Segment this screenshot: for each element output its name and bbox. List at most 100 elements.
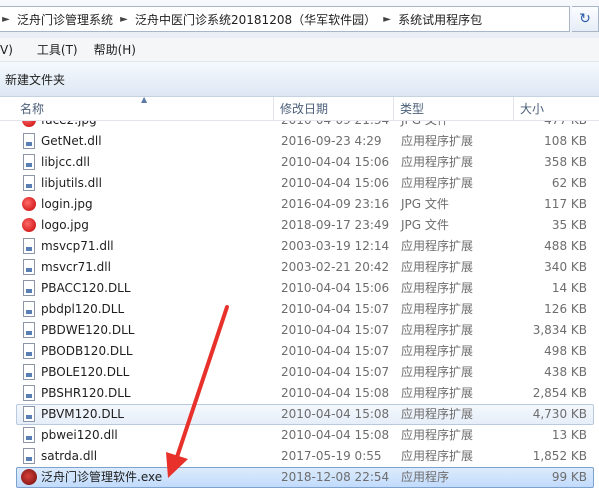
file-row[interactable]: libjutils.dll 2010-04-04 15:06 应用程序扩展 62 KB [0, 173, 599, 194]
file-modified: 2010-04-04 15:07 [281, 365, 390, 379]
new-folder-button[interactable]: 新建文件夹 [0, 71, 70, 88]
column-name[interactable]: 名称 [14, 97, 274, 121]
file-name: PBODB120.DLL [41, 344, 133, 358]
dll-icon [23, 280, 35, 296]
file-type: 应用程序扩展 [401, 176, 474, 190]
file-row[interactable]: PBODB120.DLL 2010-04-04 15:07 应用程序扩展 498 KB [0, 341, 599, 362]
file-name: PBDWE120.DLL [41, 323, 135, 337]
file-name: 泛舟门诊管理软件.exe [41, 470, 163, 484]
file-type: JPG 文件 [401, 121, 449, 131]
file-name: libjutils.dll [41, 176, 102, 190]
file-size: 477 KB [544, 121, 587, 131]
chevron-right-icon[interactable]: ► [380, 14, 394, 25]
file-name: libjcc.dll [41, 155, 90, 169]
file-size: 35 KB [551, 218, 587, 232]
column-modified[interactable]: 修改日期 [274, 97, 394, 121]
file-name: PBACC120.DLL [41, 281, 131, 295]
file-modified: 2010-04-04 15:07 [281, 344, 390, 358]
file-name: PBVM120.DLL [41, 407, 124, 421]
file-name: PBSHR120.DLL [41, 386, 131, 400]
file-type: 应用程序扩展 [401, 281, 474, 295]
file-size: 1,852 KB [532, 449, 587, 463]
file-name: login.jpg [41, 197, 93, 211]
file-row[interactable]: PBVM120.DLL 2010-04-04 15:08 应用程序扩展 4,730 K… [0, 404, 599, 425]
file-row[interactable]: PBSHR120.DLL 2010-04-04 15:08 应用程序扩展 2,854 … [0, 383, 599, 404]
menu-tools[interactable]: 工具(T) [19, 41, 84, 58]
file-size: 99 KB [551, 470, 587, 484]
dll-icon [23, 427, 35, 443]
refresh-button[interactable]: ↻ [572, 6, 599, 32]
chevron-right-icon[interactable]: ► [117, 14, 131, 25]
dll-icon [23, 406, 35, 422]
address-bar-area: ► 泛舟门诊管理系统 ► 泛舟中医门诊系统20181208（华军软件园） ► 系… [0, 0, 599, 38]
file-type: JPG 文件 [401, 218, 449, 232]
file-modified: 2010-04-04 15:06 [281, 155, 390, 169]
file-modified: 2010-04-04 15:06 [281, 281, 390, 295]
address-bar[interactable]: ► 泛舟门诊管理系统 ► 泛舟中医门诊系统20181208（华军软件园） ► 系… [0, 6, 570, 32]
file-modified: 2016-09-23 4:29 [281, 134, 382, 148]
file-type: 应用程序扩展 [401, 428, 474, 442]
breadcrumb-item[interactable]: 系统试用程序包 [394, 11, 486, 28]
file-rows: face2.jpg2016-04-09 21:34JPG 文件477 KBGet… [0, 121, 599, 488]
file-type: 应用程序扩展 [401, 260, 474, 274]
dll-icon [23, 154, 35, 170]
breadcrumb-item[interactable]: 泛舟门诊管理系统 [13, 11, 117, 28]
file-modified: 2010-04-04 15:06 [281, 176, 390, 190]
jpg-icon [22, 197, 36, 211]
file-list[interactable]: face2.jpg2016-04-09 21:34JPG 文件477 KBGet… [0, 121, 599, 495]
file-size: 488 KB [544, 239, 587, 253]
file-name: satrda.dll [41, 449, 98, 463]
file-row[interactable]: libjcc.dll 2010-04-04 15:06 应用程序扩展 358 KB [0, 152, 599, 173]
dll-icon [23, 322, 35, 338]
file-row[interactable]: msvcr71.dll 2003-02-21 20:42 应用程序扩展 340 KB [0, 257, 599, 278]
file-size: 108 KB [544, 134, 587, 148]
file-modified: 2016-04-09 23:16 [281, 197, 390, 211]
file-modified: 2003-03-19 12:14 [281, 239, 390, 253]
jpg-icon [22, 218, 36, 232]
column-size[interactable]: 大小 [514, 97, 599, 121]
menu-bar: V) 工具(T) 帮助(H) [0, 38, 599, 62]
file-row[interactable]: logo.jpg 2018-09-17 23:49 JPG 文件 35 KB [0, 215, 599, 236]
dll-icon [23, 364, 35, 380]
file-row[interactable]: pbwei120.dll 2010-04-04 15:08 应用程序扩展 13 KB [0, 425, 599, 446]
file-row[interactable]: PBOLE120.DLL 2010-04-04 15:07 应用程序扩展 438 KB [0, 362, 599, 383]
exe-icon [21, 469, 37, 485]
file-type: 应用程序 [401, 470, 450, 484]
file-type: 应用程序扩展 [401, 344, 474, 358]
file-modified: 2010-04-04 15:08 [281, 407, 390, 421]
file-row[interactable]: msvcp71.dll 2003-03-19 12:14 应用程序扩展 488 KB [0, 236, 599, 257]
chevron-right-icon[interactable]: ► [0, 14, 13, 25]
file-type: 应用程序扩展 [401, 449, 474, 463]
file-name: pbwei120.dll [41, 428, 118, 442]
file-row[interactable]: face2.jpg 2016-04-09 21:34 JPG 文件 477 KB [0, 121, 599, 131]
file-row[interactable]: PBACC120.DLL 2010-04-04 15:06 应用程序扩展 14 KB [0, 278, 599, 299]
file-size: 2,854 KB [532, 386, 587, 400]
menu-help[interactable]: 帮助(H) [84, 41, 142, 58]
file-size: 126 KB [544, 302, 587, 316]
file-row[interactable]: 泛舟门诊管理软件.exe 2018-12-08 22:54 应用程序 99 KB [0, 467, 599, 488]
dll-icon [23, 448, 35, 464]
file-size: 498 KB [544, 344, 587, 358]
file-row[interactable]: PBDWE120.DLL 2010-04-04 15:07 应用程序扩展 3,834 … [0, 320, 599, 341]
file-size: 3,834 KB [532, 323, 587, 337]
file-size: 117 KB [544, 197, 587, 211]
file-size: 13 KB [551, 428, 587, 442]
file-name: pbdpl120.DLL [41, 302, 125, 316]
file-row[interactable]: login.jpg 2016-04-09 23:16 JPG 文件 117 KB [0, 194, 599, 215]
file-name: face2.jpg [41, 121, 97, 131]
file-modified: 2010-04-04 15:08 [281, 386, 390, 400]
file-row[interactable]: pbdpl120.DLL 2010-04-04 15:07 应用程序扩展 126 KB [0, 299, 599, 320]
file-modified: 2017-05-19 0:55 [281, 449, 382, 463]
dll-icon [23, 385, 35, 401]
column-type[interactable]: 类型 [394, 97, 514, 121]
menu-view[interactable]: V) [0, 43, 19, 57]
file-row[interactable]: GetNet.dll 2016-09-23 4:29 应用程序扩展 108 KB [0, 131, 599, 152]
dll-icon [23, 343, 35, 359]
file-row[interactable]: satrda.dll 2017-05-19 0:55 应用程序扩展 1,852 KB [0, 446, 599, 467]
breadcrumb-item[interactable]: 泛舟中医门诊系统20181208（华军软件园） [131, 11, 380, 28]
file-size: 358 KB [544, 155, 587, 169]
dll-icon [23, 175, 35, 191]
file-type: 应用程序扩展 [401, 386, 474, 400]
dll-icon [23, 133, 35, 149]
refresh-icon: ↻ [579, 11, 591, 27]
